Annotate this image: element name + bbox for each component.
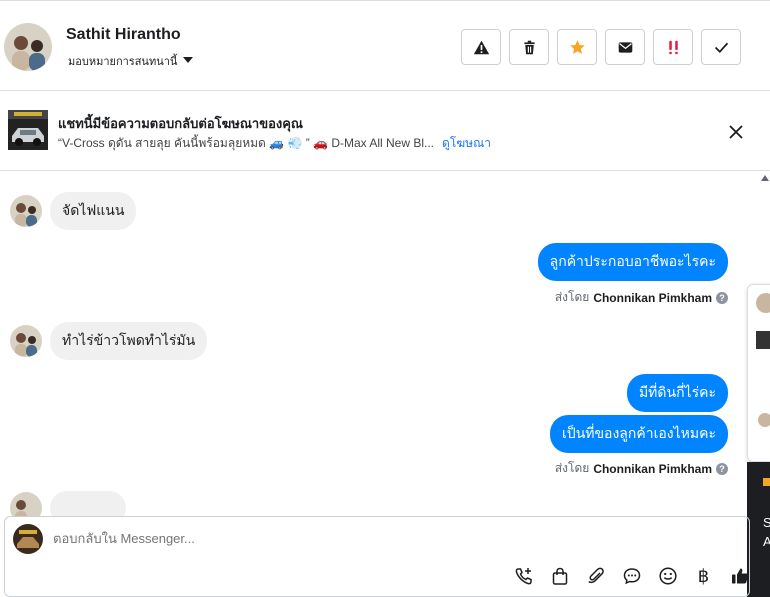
baht-icon: ฿ [697,565,710,587]
side-avatar-small [758,413,770,427]
payment-button[interactable]: ฿ [691,565,716,587]
attach-button[interactable] [583,565,608,587]
emoji-button[interactable] [655,565,680,587]
smiley-icon [658,567,677,585]
side-avatar [756,293,770,313]
ad-banner-title: แชทนี้มีข้อความตอบกลับต่อโฆษณาของคุณ [58,116,303,131]
side-text-1: S [763,515,770,530]
reply-composer: ฿ [4,516,750,597]
like-button[interactable] [727,565,752,587]
incoming-message-partial [10,491,126,516]
star-button[interactable] [557,29,597,65]
scroll-up-arrow-icon[interactable] [761,175,769,181]
contact-name[interactable]: Sathit Hirantho [66,26,181,44]
shop-button[interactable] [547,565,572,587]
delete-button[interactable] [509,29,549,65]
saved-replies-button[interactable] [619,565,644,587]
sent-by-name: Chonnikan Pimkham [593,461,712,476]
report-spam-button[interactable] [461,29,501,65]
view-ad-link[interactable]: ดูโฆษณา [442,136,491,150]
trash-icon [523,40,535,54]
side-text-2: A [763,534,770,549]
sender-avatar [10,492,42,516]
outgoing-message-bubble[interactable]: ลูกค้าประกอบอาชีพอะไรคะ [537,243,728,281]
call-button[interactable] [511,565,536,587]
star-icon [569,39,585,54]
shopping-bag-icon [552,567,567,585]
caret-down-icon [183,57,194,63]
sent-by-name: Chonnikan Pimkham [593,290,712,305]
paperclip-icon [587,567,604,584]
follow-up-button[interactable] [653,29,693,65]
sent-by-label: ส่งโดย Chonnikan Pimkham ? [555,288,728,307]
incoming-message: จัดไฟแนน [10,192,137,230]
sender-avatar [10,195,42,227]
outgoing-message-bubble[interactable]: เป็นที่ของลูกค้าเองไหมคะ [550,415,728,453]
outgoing-message-bubble[interactable]: มีที่ดินกี่ไร่คะ [626,374,728,412]
reply-input[interactable] [53,531,453,546]
conversation-header: Sathit Hirantho มอบหมายการสนทนานี้ [0,0,770,91]
ad-snippet-line: “V-Cross ดุดัน สายลุย คันนี้พร้อมลุยหมด … [58,134,491,153]
contact-avatar[interactable] [4,23,52,71]
double-exclamation-icon [668,40,678,54]
envelope-icon [618,41,632,53]
action-toolbar [461,29,741,65]
sender-avatar [10,325,42,357]
help-icon[interactable]: ? [716,462,728,475]
mark-done-button[interactable] [701,29,741,65]
chat-bubble-icon [623,568,640,585]
message-bubble[interactable]: ทำไร่ข้าวโพดทำไร่มัน [50,322,208,360]
side-preview-card[interactable] [747,284,770,462]
close-icon[interactable] [727,123,745,141]
checkmark-icon [714,42,728,53]
side-badge-icon [763,478,770,486]
ad-thumbnail[interactable] [8,110,48,150]
side-panel: S A [747,284,770,597]
message-bubble[interactable]: จัดไฟแนน [50,192,137,230]
thumbs-up-icon [731,568,748,584]
ad-snippet: “V-Cross ดุดัน สายลุย คันนี้พร้อมลุยหมด … [58,136,435,150]
composer-toolbar: ฿ [511,565,752,587]
side-ad-thumbnail [756,331,770,349]
assign-label: มอบหมายการสนทนานี้ [68,56,178,68]
phone-add-icon [515,568,532,585]
ad-reply-banner: แชทนี้มีข้อความตอบกลับต่อโฆษณาของคุณ “V-… [0,91,770,171]
incoming-message: ทำไร่ข้าวโพดทำไร่มัน [10,322,208,360]
sent-by-label: ส่งโดย Chonnikan Pimkham ? [555,459,728,478]
message-bubble[interactable] [50,491,126,516]
message-thread: จัดไฟแนน ลูกค้าประกอบอาชีพอะไรคะ ส่งโดย … [0,171,760,516]
assign-conversation-dropdown[interactable]: มอบหมายการสนทนานี้ [68,52,194,70]
sent-by-prefix: ส่งโดย [554,461,590,475]
sent-by-prefix: ส่งโดย [554,290,590,304]
help-icon[interactable]: ? [716,291,728,304]
page-avatar [13,524,43,554]
warning-icon [473,40,489,54]
mark-unread-button[interactable] [605,29,645,65]
